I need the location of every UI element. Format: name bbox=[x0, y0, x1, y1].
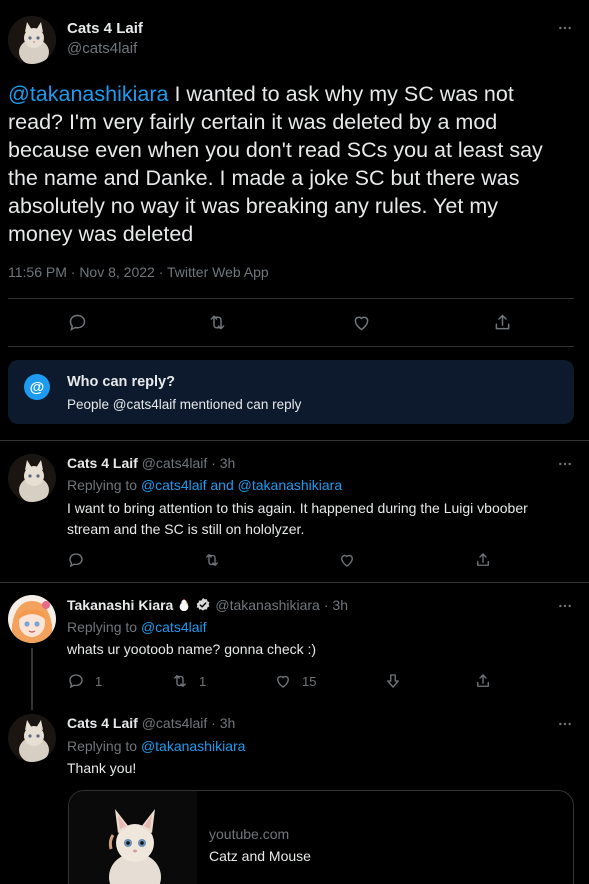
reply-button[interactable]: 1 bbox=[67, 672, 102, 690]
divider bbox=[8, 298, 574, 299]
reply-header: Cats 4 Laif @cats4laif · 3h bbox=[67, 715, 235, 731]
share-button[interactable] bbox=[474, 672, 492, 690]
author-handle[interactable]: @cats4laif bbox=[67, 40, 137, 57]
reply-text: Thank you! bbox=[67, 760, 137, 776]
notice-title: Who can reply? bbox=[67, 374, 175, 390]
reply-button[interactable] bbox=[67, 551, 85, 569]
retweet-button[interactable] bbox=[207, 312, 228, 333]
retweet-count: 1 bbox=[199, 673, 207, 689]
verified-icon bbox=[195, 597, 211, 613]
avatar[interactable] bbox=[8, 16, 56, 64]
reply-header: Cats 4 Laif @cats4laif · 3h bbox=[67, 455, 235, 471]
replying-to-link[interactable]: @cats4laif and @takanashikiara bbox=[141, 477, 342, 493]
reply-time[interactable]: · 3h bbox=[324, 597, 348, 613]
like-icon bbox=[354, 316, 369, 331]
more-icon[interactable] bbox=[553, 19, 577, 37]
share-icon bbox=[477, 553, 489, 566]
author-handle[interactable]: @takanashikiara bbox=[215, 597, 320, 613]
author-handle[interactable]: @cats4laif bbox=[142, 455, 208, 471]
more-icon[interactable] bbox=[553, 715, 577, 733]
reply-time[interactable]: · 3h bbox=[211, 455, 235, 471]
card-title: Catz and Mouse bbox=[209, 848, 311, 864]
like-count: 15 bbox=[302, 673, 317, 689]
reply-button[interactable] bbox=[67, 312, 88, 333]
share-button[interactable] bbox=[474, 551, 492, 569]
author-name[interactable]: Cats 4 Laif bbox=[67, 715, 138, 731]
vote-down-button[interactable] bbox=[384, 672, 402, 690]
divider bbox=[0, 582, 589, 583]
avatar[interactable] bbox=[8, 454, 56, 502]
tweet-body: I wanted to ask why my SC was not read? … bbox=[8, 82, 543, 246]
thread-line bbox=[31, 648, 33, 710]
like-button[interactable] bbox=[338, 551, 356, 569]
reply-icon bbox=[69, 314, 86, 331]
like-icon bbox=[277, 675, 289, 688]
replying-to: Replying to @takanashikiara bbox=[67, 738, 246, 754]
more-icon[interactable] bbox=[553, 455, 577, 473]
reply-icon bbox=[69, 553, 83, 568]
author-name[interactable]: Cats 4 Laif bbox=[67, 20, 143, 37]
reply-text: whats ur yootoob name? gonna check :) bbox=[67, 641, 317, 657]
tweet-timestamp[interactable]: 11:56 PM · Nov 8, 2022 · Twitter Web App bbox=[8, 264, 269, 280]
replying-to: Replying to @cats4laif bbox=[67, 619, 207, 635]
reply-icon bbox=[69, 674, 83, 689]
tweet-text: @takanashikiara I wanted to ask why my S… bbox=[8, 80, 548, 248]
reply-text: I want to bring attention to this again.… bbox=[67, 500, 528, 537]
author-handle[interactable]: @cats4laif bbox=[142, 715, 208, 731]
reply-count: 1 bbox=[95, 673, 103, 689]
share-icon bbox=[477, 674, 489, 687]
vote-down-icon bbox=[387, 674, 399, 688]
retweet-button[interactable]: 1 bbox=[171, 672, 206, 690]
share-button[interactable] bbox=[492, 312, 513, 333]
avatar[interactable] bbox=[8, 714, 56, 762]
like-button[interactable]: 15 bbox=[274, 672, 316, 690]
like-icon bbox=[341, 554, 353, 567]
avatar[interactable] bbox=[8, 595, 56, 643]
author-name[interactable]: Cats 4 Laif bbox=[67, 455, 138, 471]
reply-header: Takanashi Kiara @takanashikiara · 3h bbox=[67, 597, 348, 613]
retweet-icon bbox=[206, 554, 218, 566]
notice-subtitle: People @cats4laif mentioned can reply bbox=[67, 397, 302, 412]
retweet-icon bbox=[210, 315, 225, 330]
divider bbox=[8, 346, 574, 347]
mention-link[interactable]: @takanashikiara bbox=[8, 82, 168, 106]
replying-to: Replying to @cats4laif and @takanashikia… bbox=[67, 477, 343, 493]
retweet-icon bbox=[174, 675, 186, 687]
share-icon bbox=[495, 314, 510, 330]
card-thumbnail bbox=[69, 791, 197, 884]
like-button[interactable] bbox=[351, 312, 372, 333]
chicken-emoji-icon bbox=[177, 598, 191, 612]
at-icon: @ bbox=[24, 374, 50, 400]
replying-to-link[interactable]: @takanashikiara bbox=[141, 738, 246, 754]
divider bbox=[0, 440, 589, 441]
card-domain: youtube.com bbox=[209, 826, 290, 842]
author-name[interactable]: Takanashi Kiara bbox=[67, 597, 173, 613]
more-icon[interactable] bbox=[553, 597, 577, 615]
reply-time[interactable]: · 3h bbox=[211, 715, 235, 731]
link-card[interactable]: youtube.com Catz and Mouse bbox=[68, 790, 574, 884]
replying-to-link[interactable]: @cats4laif bbox=[141, 619, 207, 635]
card-body: youtube.com Catz and Mouse bbox=[197, 791, 323, 884]
retweet-button[interactable] bbox=[203, 551, 221, 569]
who-can-reply-notice: @ Who can reply? People @cats4laif menti… bbox=[8, 360, 574, 424]
